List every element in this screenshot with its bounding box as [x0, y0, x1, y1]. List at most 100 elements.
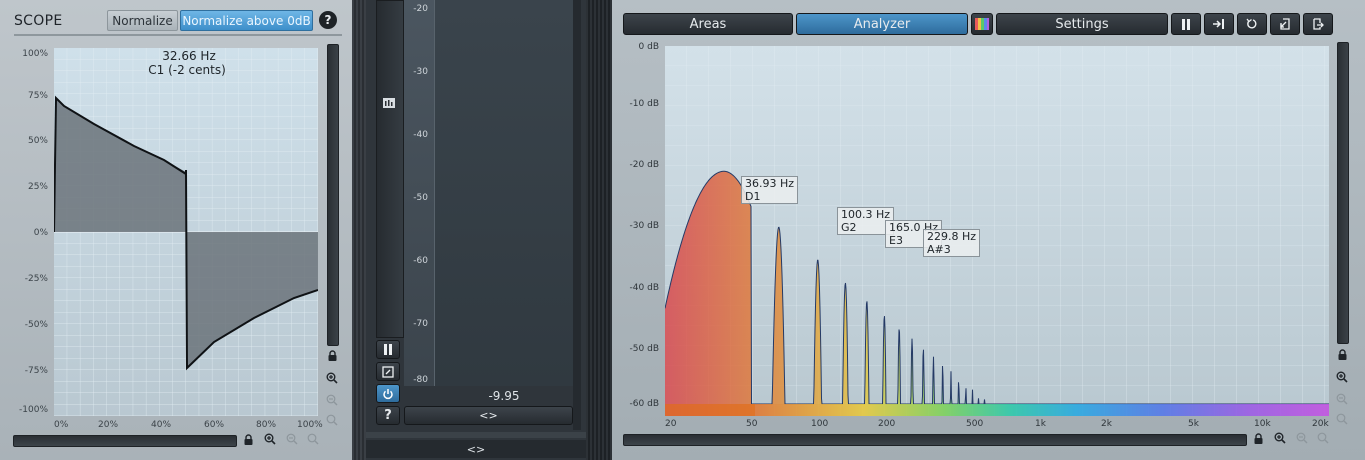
spectrum-plot[interactable]: 36.93 Hz D1 100.3 Hz G2 165.0 Hz E3 229.… [665, 46, 1329, 416]
meter-side-strip [376, 0, 404, 338]
y-tick: 0% [33, 228, 48, 238]
import-button[interactable] [1270, 13, 1300, 35]
y-tick: -50% [24, 320, 48, 330]
reset-button[interactable] [1237, 13, 1267, 35]
x-tick: 500 [966, 419, 984, 429]
x-tick: 20% [98, 420, 119, 430]
lock-icon[interactable] [1250, 433, 1266, 447]
peak-note: D1 [745, 190, 761, 203]
help-icon[interactable]: ? [319, 11, 337, 29]
pause-button[interactable] [1171, 13, 1201, 35]
export-button[interactable] [1303, 13, 1333, 35]
power-button[interactable] [376, 384, 400, 403]
zoom-in-icon[interactable] [1334, 371, 1350, 386]
scope-y-axis: 100% 75% 50% 25% 0% -25% -50% -75% -100% [8, 48, 50, 416]
pause-button[interactable] [376, 340, 400, 359]
y-tick: -25% [24, 274, 48, 284]
y-tick: 0 dB [638, 42, 659, 52]
vertical-scrollbar[interactable] [1337, 42, 1349, 344]
zoom-reset-icon[interactable] [324, 414, 340, 429]
import-icon [1280, 18, 1290, 30]
horizontal-scrollbar[interactable] [13, 435, 237, 447]
vertical-scrollbar[interactable] [327, 44, 339, 346]
color-palette-icon [975, 18, 989, 30]
horizontal-scrollbar[interactable] [623, 434, 1247, 446]
peak-note: A#3 [927, 243, 951, 256]
normalize-above-0db-button[interactable]: Normalize above 0dB [180, 10, 313, 31]
note-readout: C1 (-2 cents) [148, 63, 226, 77]
meter-tick: -30 [413, 67, 428, 77]
y-tick: -50 dB [629, 344, 659, 354]
pause-icon [384, 344, 392, 355]
meter-tick: -20 [413, 4, 428, 14]
lock-icon[interactable] [240, 434, 256, 448]
y-tick: -10 dB [629, 99, 659, 109]
meter-scale: -20 -30 -40 -50 -60 -70 -80 [404, 0, 434, 386]
zoom-in-icon[interactable] [262, 433, 278, 448]
divider [14, 34, 342, 36]
x-tick: 100% [297, 420, 323, 430]
y-tick: 75% [27, 91, 48, 101]
normalize-button[interactable]: Normalize [107, 10, 178, 31]
x-tick: 80% [256, 420, 277, 430]
meter-tick: -70 [413, 319, 428, 329]
zoom-in-icon[interactable] [324, 372, 340, 387]
peak-frequency: 229.8 Hz [927, 230, 977, 243]
expand-toggle[interactable]: <> [404, 406, 573, 425]
meter-tick: -60 [413, 256, 428, 266]
meter-display-icon[interactable] [382, 95, 396, 109]
x-tick: 100 [811, 419, 829, 429]
peak-label: 36.93 Hz D1 [741, 176, 799, 204]
peak-frequency: 100.3 Hz [841, 208, 891, 221]
tab-areas[interactable]: Areas [623, 13, 793, 35]
bottom-expand-toggle[interactable]: <> [366, 440, 586, 458]
scope-panel: SCOPE Normalize Normalize above 0dB ? 10… [0, 0, 352, 460]
spectrum-color-button[interactable] [971, 13, 993, 35]
pause-icon [1182, 18, 1190, 30]
lock-icon[interactable] [324, 350, 340, 364]
scope-plot[interactable]: 32.66 Hz C1 (-2 cents) [54, 48, 318, 416]
x-tick: 5k [1188, 419, 1199, 429]
tab-analyzer[interactable]: Analyzer [796, 13, 968, 35]
help-button[interactable]: ? [376, 406, 400, 425]
zoom-in-icon[interactable] [1272, 432, 1288, 447]
freeze-button[interactable] [376, 362, 400, 381]
x-tick: 200 [878, 419, 896, 429]
y-tick: -20 dB [629, 160, 659, 170]
y-tick: -100% [19, 405, 48, 415]
power-icon [383, 388, 393, 399]
peak-frequency: 36.93 Hz [745, 177, 795, 190]
x-tick: 60% [204, 420, 225, 430]
x-tick: 40% [151, 420, 172, 430]
step-forward-icon [1213, 19, 1224, 29]
x-tick: 10k [1254, 419, 1271, 429]
zoom-reset-icon[interactable] [1334, 413, 1350, 428]
spectrum-graph [665, 46, 1329, 416]
zoom-reset-icon[interactable] [1315, 432, 1331, 447]
reset-icon [1246, 18, 1257, 29]
level-meter [434, 0, 574, 386]
peak-note: G2 [841, 221, 857, 234]
x-tick: 1k [1035, 419, 1046, 429]
export-icon [1313, 18, 1324, 30]
step-forward-button[interactable] [1204, 13, 1234, 35]
meter-tick: -50 [413, 193, 428, 203]
meter-tick: -40 [413, 130, 428, 140]
peak-label: 229.8 Hz A#3 [923, 229, 981, 257]
zoom-out-icon[interactable] [1334, 393, 1350, 408]
analyzer-panel: Areas Analyzer Settings 0 dB -10 dB -20 … [612, 0, 1365, 460]
zoom-out-icon[interactable] [284, 433, 300, 448]
x-tick: 0% [54, 420, 69, 430]
lock-icon[interactable] [1334, 349, 1350, 363]
zoom-out-icon[interactable] [324, 394, 340, 409]
x-tick: 2k [1101, 419, 1112, 429]
zoom-out-icon[interactable] [1294, 432, 1310, 447]
zoom-reset-icon[interactable] [305, 433, 321, 448]
meter-panel: -20 -30 -40 -50 -60 -70 -80 -9.95 ? <> <… [366, 0, 586, 460]
y-tick: 50% [27, 136, 48, 146]
panel-divider [586, 0, 612, 460]
scope-waveform [54, 48, 318, 416]
tab-settings[interactable]: Settings [996, 13, 1168, 35]
meter-value: -9.95 [488, 389, 520, 403]
y-tick: -75% [24, 366, 48, 376]
